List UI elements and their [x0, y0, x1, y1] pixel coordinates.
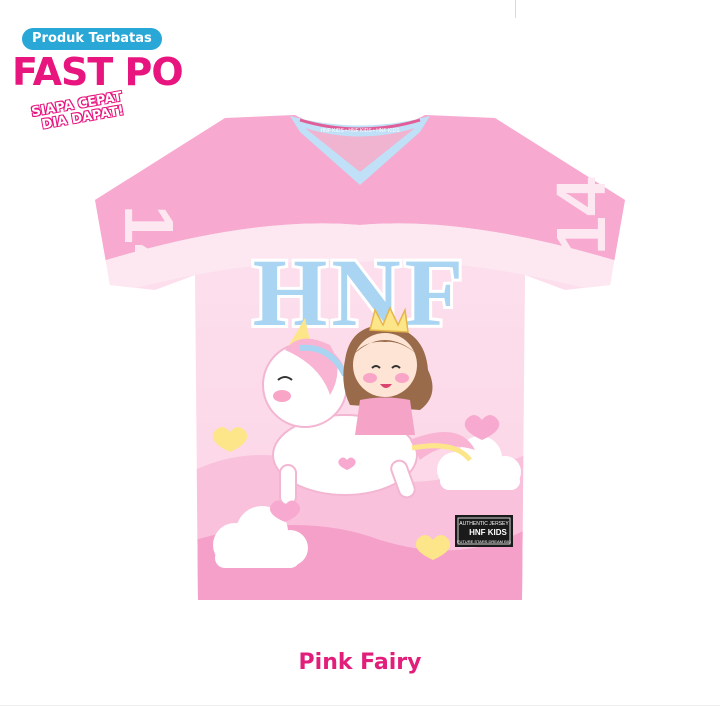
collar-tape-text: HNF KIDS • HNF KIDS • HNF KIDS: [320, 128, 400, 134]
jersey-tag-brand: HNF KIDS: [469, 528, 507, 537]
badge-top-label: Produk Terbatas: [22, 28, 162, 50]
fast-po-badge: Produk Terbatas FAST PO SIAPA CEPAT DIA …: [10, 22, 184, 133]
jersey-logo: HNF: [253, 239, 468, 346]
sleeve-number-right: 14: [542, 177, 620, 255]
badge-main-label: FAST PO: [12, 50, 184, 94]
sleeve-number-left: 14: [110, 205, 188, 283]
bottom-divider: [0, 705, 720, 706]
jersey-tag-top: AUTHENTIC JERSEY: [459, 521, 509, 527]
jersey-tag-bottom: FUTURE STARS DREAM BIG: [457, 539, 511, 544]
product-name: Pink Fairy: [298, 650, 422, 675]
